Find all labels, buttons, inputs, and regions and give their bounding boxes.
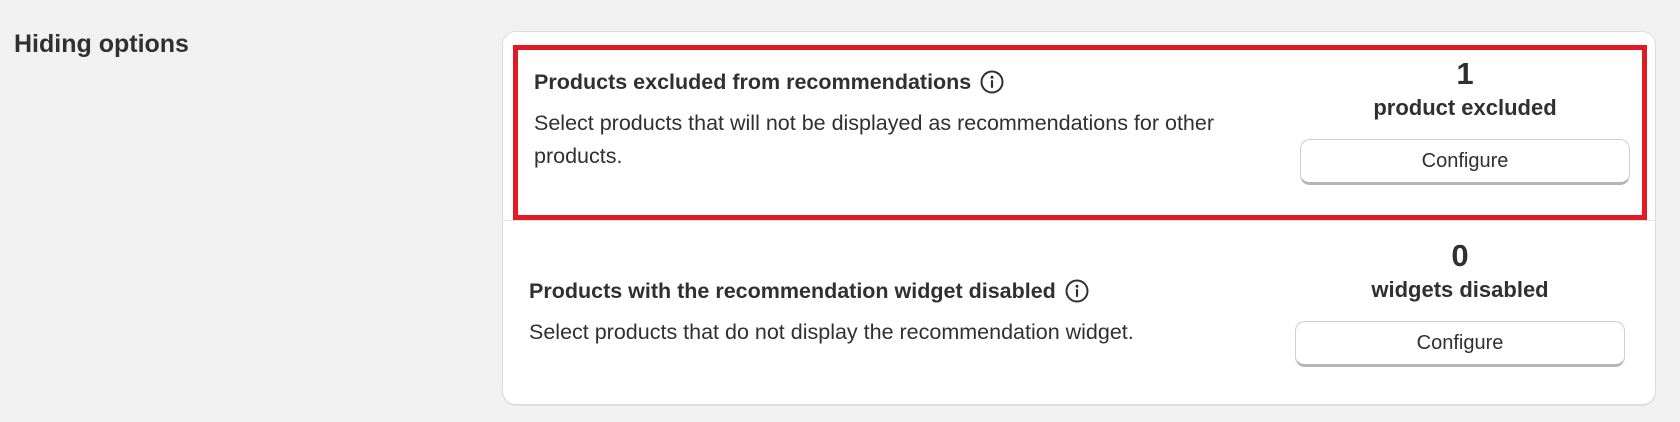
configure-widgets-button[interactable]: Configure (1295, 321, 1625, 367)
widget-disabled-row: Products with the recommendation widget … (503, 220, 1655, 405)
configure-excluded-button[interactable]: Configure (1300, 139, 1630, 185)
row-heading-text: Products with the recommendation widget … (529, 279, 1056, 303)
section-title: Hiding options (14, 30, 189, 58)
row-text: Products with the recommendation widget … (529, 276, 1289, 349)
hiding-options-card: Products excluded from recommendations S… (502, 31, 1656, 405)
excluded-products-row: Products excluded from recommendations S… (513, 45, 1647, 220)
stat-count: 1 (1456, 56, 1474, 91)
info-icon[interactable] (979, 69, 1005, 95)
settings-page: Hiding options Products excluded from re… (0, 0, 1680, 422)
stat-label: widgets disabled (1371, 277, 1549, 302)
widgets-disabled-stat: 0 widgets disabled Configure (1295, 237, 1625, 367)
row-heading: Products excluded from recommendations (534, 67, 1294, 97)
stat-count: 0 (1451, 238, 1469, 273)
info-icon[interactable] (1064, 278, 1090, 304)
row-text: Products excluded from recommendations S… (534, 67, 1294, 173)
row-heading: Products with the recommendation widget … (529, 276, 1289, 306)
row-description: Select products that do not display the … (529, 320, 1134, 344)
row-heading-text: Products excluded from recommendations (534, 70, 972, 94)
stat-label: product excluded (1373, 95, 1557, 120)
row-description: Select products that will not be display… (534, 111, 1215, 168)
excluded-stat: 1 product excluded Configure (1300, 55, 1630, 185)
